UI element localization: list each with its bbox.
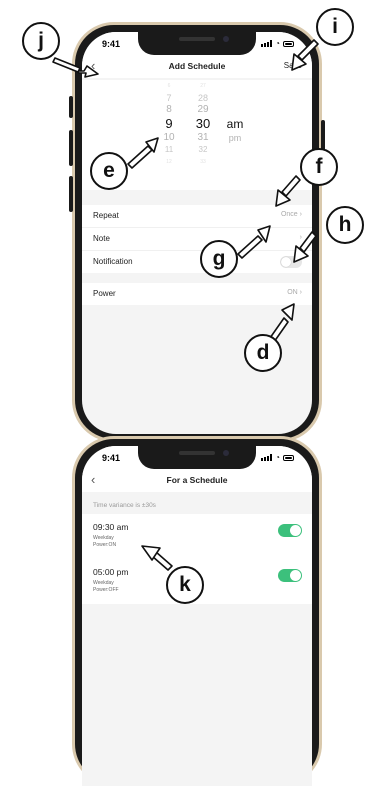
power-value-text: ON (287, 289, 298, 296)
battery-icon (283, 40, 294, 47)
repeat-value-text: Once (280, 211, 298, 218)
power-row[interactable]: Power ON › (82, 283, 312, 305)
callout-d: d (244, 334, 282, 372)
callout-j: j (22, 22, 60, 60)
notification-toggle[interactable] (280, 256, 302, 268)
picker-minute: 28 (197, 93, 208, 103)
picker-period-selected: am (226, 117, 244, 131)
battery-icon (283, 454, 294, 461)
side-button (69, 96, 73, 118)
save-button[interactable]: Save (284, 61, 302, 70)
notification-label: Notification (93, 257, 133, 266)
callout-h: h (326, 206, 364, 244)
signal-icon (261, 454, 273, 461)
wifi-icon: ◔ (275, 453, 280, 462)
schedule-time: 09:30 am (93, 522, 129, 532)
repeat-value: Once › (281, 211, 302, 218)
callout-i: i (316, 8, 354, 46)
speaker (179, 451, 215, 455)
notch (138, 32, 256, 55)
picker-minute: 32 (198, 145, 208, 154)
schedule-power: Power:ON (93, 542, 117, 548)
chevron-right-icon: › (299, 211, 302, 218)
notch (138, 446, 256, 469)
status-time: 9:41 (102, 453, 121, 463)
chevron-right-icon: › (299, 234, 302, 241)
picker-hour: 6 (167, 83, 171, 89)
side-button (69, 176, 73, 212)
picker-hour: 11 (164, 145, 174, 154)
schedule-toggle[interactable] (278, 569, 302, 582)
schedule-repeat: Weekday (93, 535, 114, 541)
status-icons: ◔ (261, 39, 294, 48)
notification-row: Notification (82, 251, 312, 273)
page-title: For a Schedule (166, 475, 228, 485)
phone-add-schedule: 9:41 ◔ ‹ Add Schedule Save 6 7 8 9 10 11… (72, 22, 322, 442)
picker-period: pm (228, 133, 242, 143)
picker-hour: 8 (166, 104, 172, 115)
picker-hour: 7 (166, 93, 172, 103)
period-wheel[interactable]: am pm (220, 80, 250, 144)
picker-minute: 33 (200, 159, 206, 165)
note-label: Note (93, 234, 110, 243)
power-value: ON › (287, 289, 302, 296)
callout-k: k (166, 566, 204, 604)
camera (223, 450, 229, 456)
nav-bar: ‹ For a Schedule (82, 470, 312, 492)
picker-hour-selected: 9 (165, 116, 173, 131)
callout-e: e (90, 152, 128, 190)
picker-minute: 31 (197, 132, 209, 143)
camera (223, 36, 229, 42)
hour-wheel[interactable]: 6 7 8 9 10 11 12 (154, 80, 184, 168)
schedule-power: Power:OFF (93, 587, 119, 593)
repeat-label: Repeat (93, 211, 119, 220)
for-schedule-screen: 9:41 ◔ ‹ For a Schedule Time variance is… (82, 446, 312, 786)
repeat-row[interactable]: Repeat Once › (82, 205, 312, 228)
speaker (179, 37, 215, 41)
phone-for-schedule: 9:41 ◔ ‹ For a Schedule Time variance is… (72, 436, 322, 786)
nav-bar: ‹ Add Schedule Save (82, 56, 312, 78)
schedule-repeat: Weekday (93, 580, 114, 586)
schedule-time: 05:00 pm (93, 567, 129, 577)
schedule-toggle[interactable] (278, 524, 302, 537)
picker-hour: 10 (163, 132, 175, 143)
period-spacer (220, 80, 250, 116)
signal-icon (261, 40, 273, 47)
minute-wheel[interactable]: 27 28 29 30 31 32 33 (188, 80, 218, 168)
status-icons: ◔ (261, 453, 294, 462)
callout-f: f (300, 148, 338, 186)
picker-minute-selected: 30 (195, 116, 211, 131)
picker-minute: 29 (197, 104, 209, 115)
status-time: 9:41 (102, 39, 121, 49)
picker-minute: 27 (200, 83, 206, 89)
note-row[interactable]: Note › (82, 228, 312, 251)
side-button (69, 130, 73, 166)
wifi-icon: ◔ (275, 39, 280, 48)
page-title: Add Schedule (168, 61, 226, 71)
picker-hour: 12 (166, 159, 172, 165)
schedule-item[interactable]: 09:30 am Weekday Power:ON (82, 514, 312, 559)
chevron-right-icon: › (299, 289, 302, 296)
power-label: Power (93, 289, 116, 298)
add-schedule-screen: 9:41 ◔ ‹ Add Schedule Save 6 7 8 9 10 11… (82, 32, 312, 434)
time-variance-note: Time variance is ±30s (93, 502, 156, 509)
callout-g: g (200, 240, 238, 278)
